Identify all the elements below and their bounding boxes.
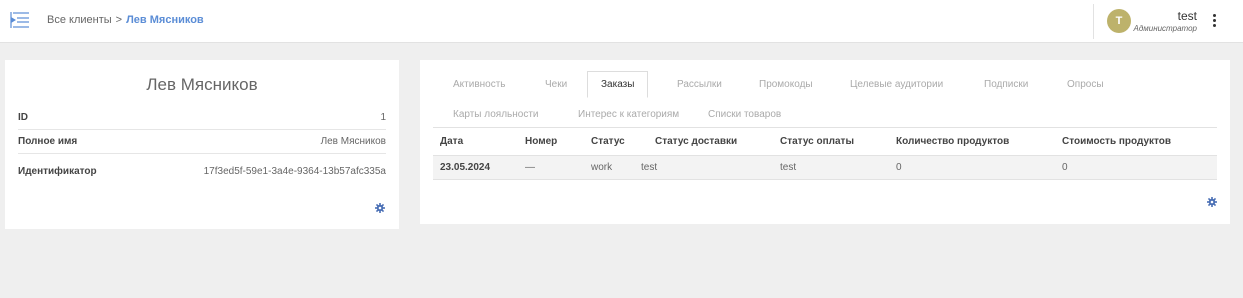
info-row-full-name: Полное имя Лев Мясников	[18, 131, 386, 154]
column-header-number[interactable]: Номер	[525, 136, 557, 147]
column-header-delivery-status[interactable]: Статус доставки	[655, 136, 737, 147]
tab-receipts[interactable]: Чеки	[545, 79, 567, 90]
top-bar: Все клиенты > Лев Мясников T test Админист…	[0, 0, 1243, 43]
profile-card: Лев Мясников ID 1 Полное имя Лев Мяснико…	[5, 60, 399, 229]
kebab-menu-icon[interactable]	[1210, 14, 1218, 30]
info-key: ID	[18, 112, 28, 123]
info-value: 17f3ed5f-59e1-3a4e-9364-13b57afc335a	[203, 166, 386, 177]
info-value: 1	[380, 112, 386, 123]
cell-product-cost: 0	[1062, 162, 1068, 173]
breadcrumb-separator: >	[115, 14, 123, 26]
orders-card: Активность Чеки Заказы Рассылки Промокод…	[420, 60, 1230, 224]
breadcrumb: Все клиенты > Лев Мясников	[47, 14, 204, 26]
column-header-payment-status[interactable]: Статус оплаты	[780, 136, 854, 147]
avatar[interactable]: T	[1107, 9, 1131, 33]
tab-loyalty-cards[interactable]: Карты лояльности	[453, 109, 539, 120]
table-row[interactable]	[433, 156, 1217, 180]
gear-icon[interactable]	[375, 203, 385, 213]
profile-name: Лев Мясников	[146, 75, 258, 94]
tab-subscriptions[interactable]: Подписки	[984, 79, 1028, 90]
cell-date: 23.05.2024	[440, 162, 491, 173]
user-role: Администратор	[1133, 24, 1198, 33]
tab-category-interest[interactable]: Интерес к категориям	[578, 109, 679, 120]
tab-activity[interactable]: Активность	[453, 79, 506, 90]
gear-icon[interactable]	[1207, 197, 1217, 207]
tab-mailings[interactable]: Рассылки	[677, 79, 722, 90]
tabs-divider	[433, 127, 1217, 128]
column-header-product-cost[interactable]: Стоимость продуктов	[1062, 136, 1171, 147]
info-value: Лев Мясников	[320, 136, 386, 147]
info-row-identifier: Идентификатор 17f3ed5f-59e1-3a4e-9364-13…	[18, 161, 386, 184]
column-header-date[interactable]: Дата	[440, 136, 463, 147]
topbar-divider	[1093, 4, 1094, 39]
info-key: Полное имя	[18, 136, 78, 147]
cell-number: —	[525, 162, 535, 173]
tab-surveys[interactable]: Опросы	[1067, 79, 1104, 90]
column-header-product-count[interactable]: Количество продуктов	[896, 136, 1009, 147]
tab-product-lists[interactable]: Списки товаров	[708, 109, 781, 120]
user-name[interactable]: test	[1178, 9, 1197, 23]
menu-toggle-icon[interactable]	[10, 11, 30, 29]
breadcrumb-current: Лев Мясников	[126, 14, 204, 26]
info-row-id: ID 1	[18, 107, 386, 130]
cell-delivery-status: test	[641, 162, 658, 173]
tab-target-audiences[interactable]: Целевые аудитории	[850, 79, 943, 90]
cell-payment-status: test	[780, 162, 797, 173]
column-header-status[interactable]: Статус	[591, 136, 625, 147]
cell-status: work	[591, 162, 613, 173]
tab-orders[interactable]: Заказы	[587, 71, 649, 98]
info-key: Идентификатор	[18, 166, 97, 177]
tab-promocodes[interactable]: Промокоды	[759, 79, 813, 90]
breadcrumb-link-all-clients[interactable]: Все клиенты	[47, 14, 112, 26]
cell-product-count: 0	[896, 162, 902, 173]
